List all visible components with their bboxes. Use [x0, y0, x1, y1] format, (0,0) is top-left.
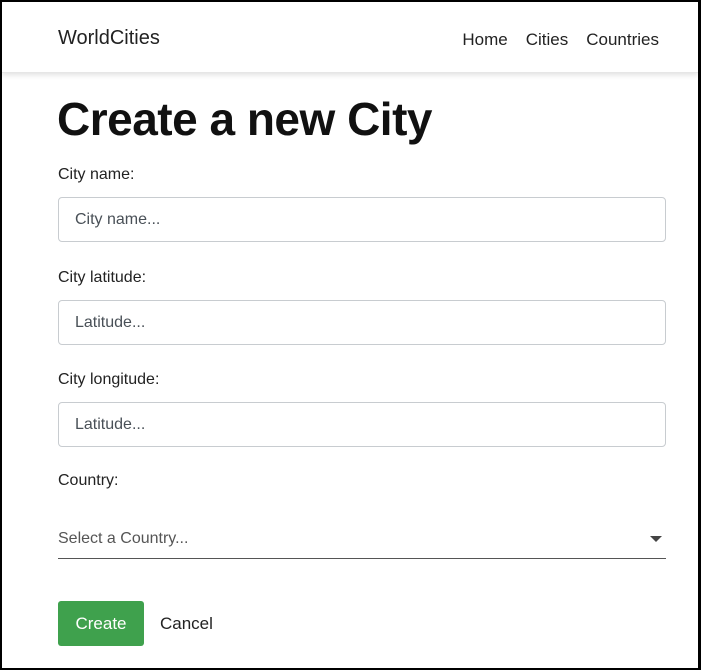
page-title: Create a new City [57, 93, 432, 145]
city-latitude-label: City latitude: [58, 269, 147, 286]
window-frame-left [0, 0, 2, 670]
nav-link-countries[interactable]: Countries [586, 30, 659, 50]
country-label: Country: [58, 472, 119, 489]
country-select[interactable]: Select a Country... [58, 522, 666, 559]
city-longitude-label: City longitude: [58, 371, 160, 388]
city-latitude-input[interactable] [58, 300, 666, 345]
city-name-label: City name: [58, 166, 135, 183]
cancel-button[interactable]: Cancel [150, 601, 223, 646]
city-longitude-input[interactable] [58, 402, 666, 447]
country-select-value: Select a Country... [58, 530, 189, 547]
create-button[interactable]: Create [58, 601, 144, 646]
top-navbar: WorldCities Home Cities Countries [2, 2, 698, 73]
nav-links: Home Cities Countries [462, 30, 659, 50]
brand-link[interactable]: WorldCities [58, 27, 160, 50]
nav-link-cities[interactable]: Cities [526, 30, 569, 50]
dropdown-arrow-icon [650, 536, 662, 542]
city-name-input[interactable] [58, 197, 666, 242]
nav-link-home[interactable]: Home [462, 30, 507, 50]
